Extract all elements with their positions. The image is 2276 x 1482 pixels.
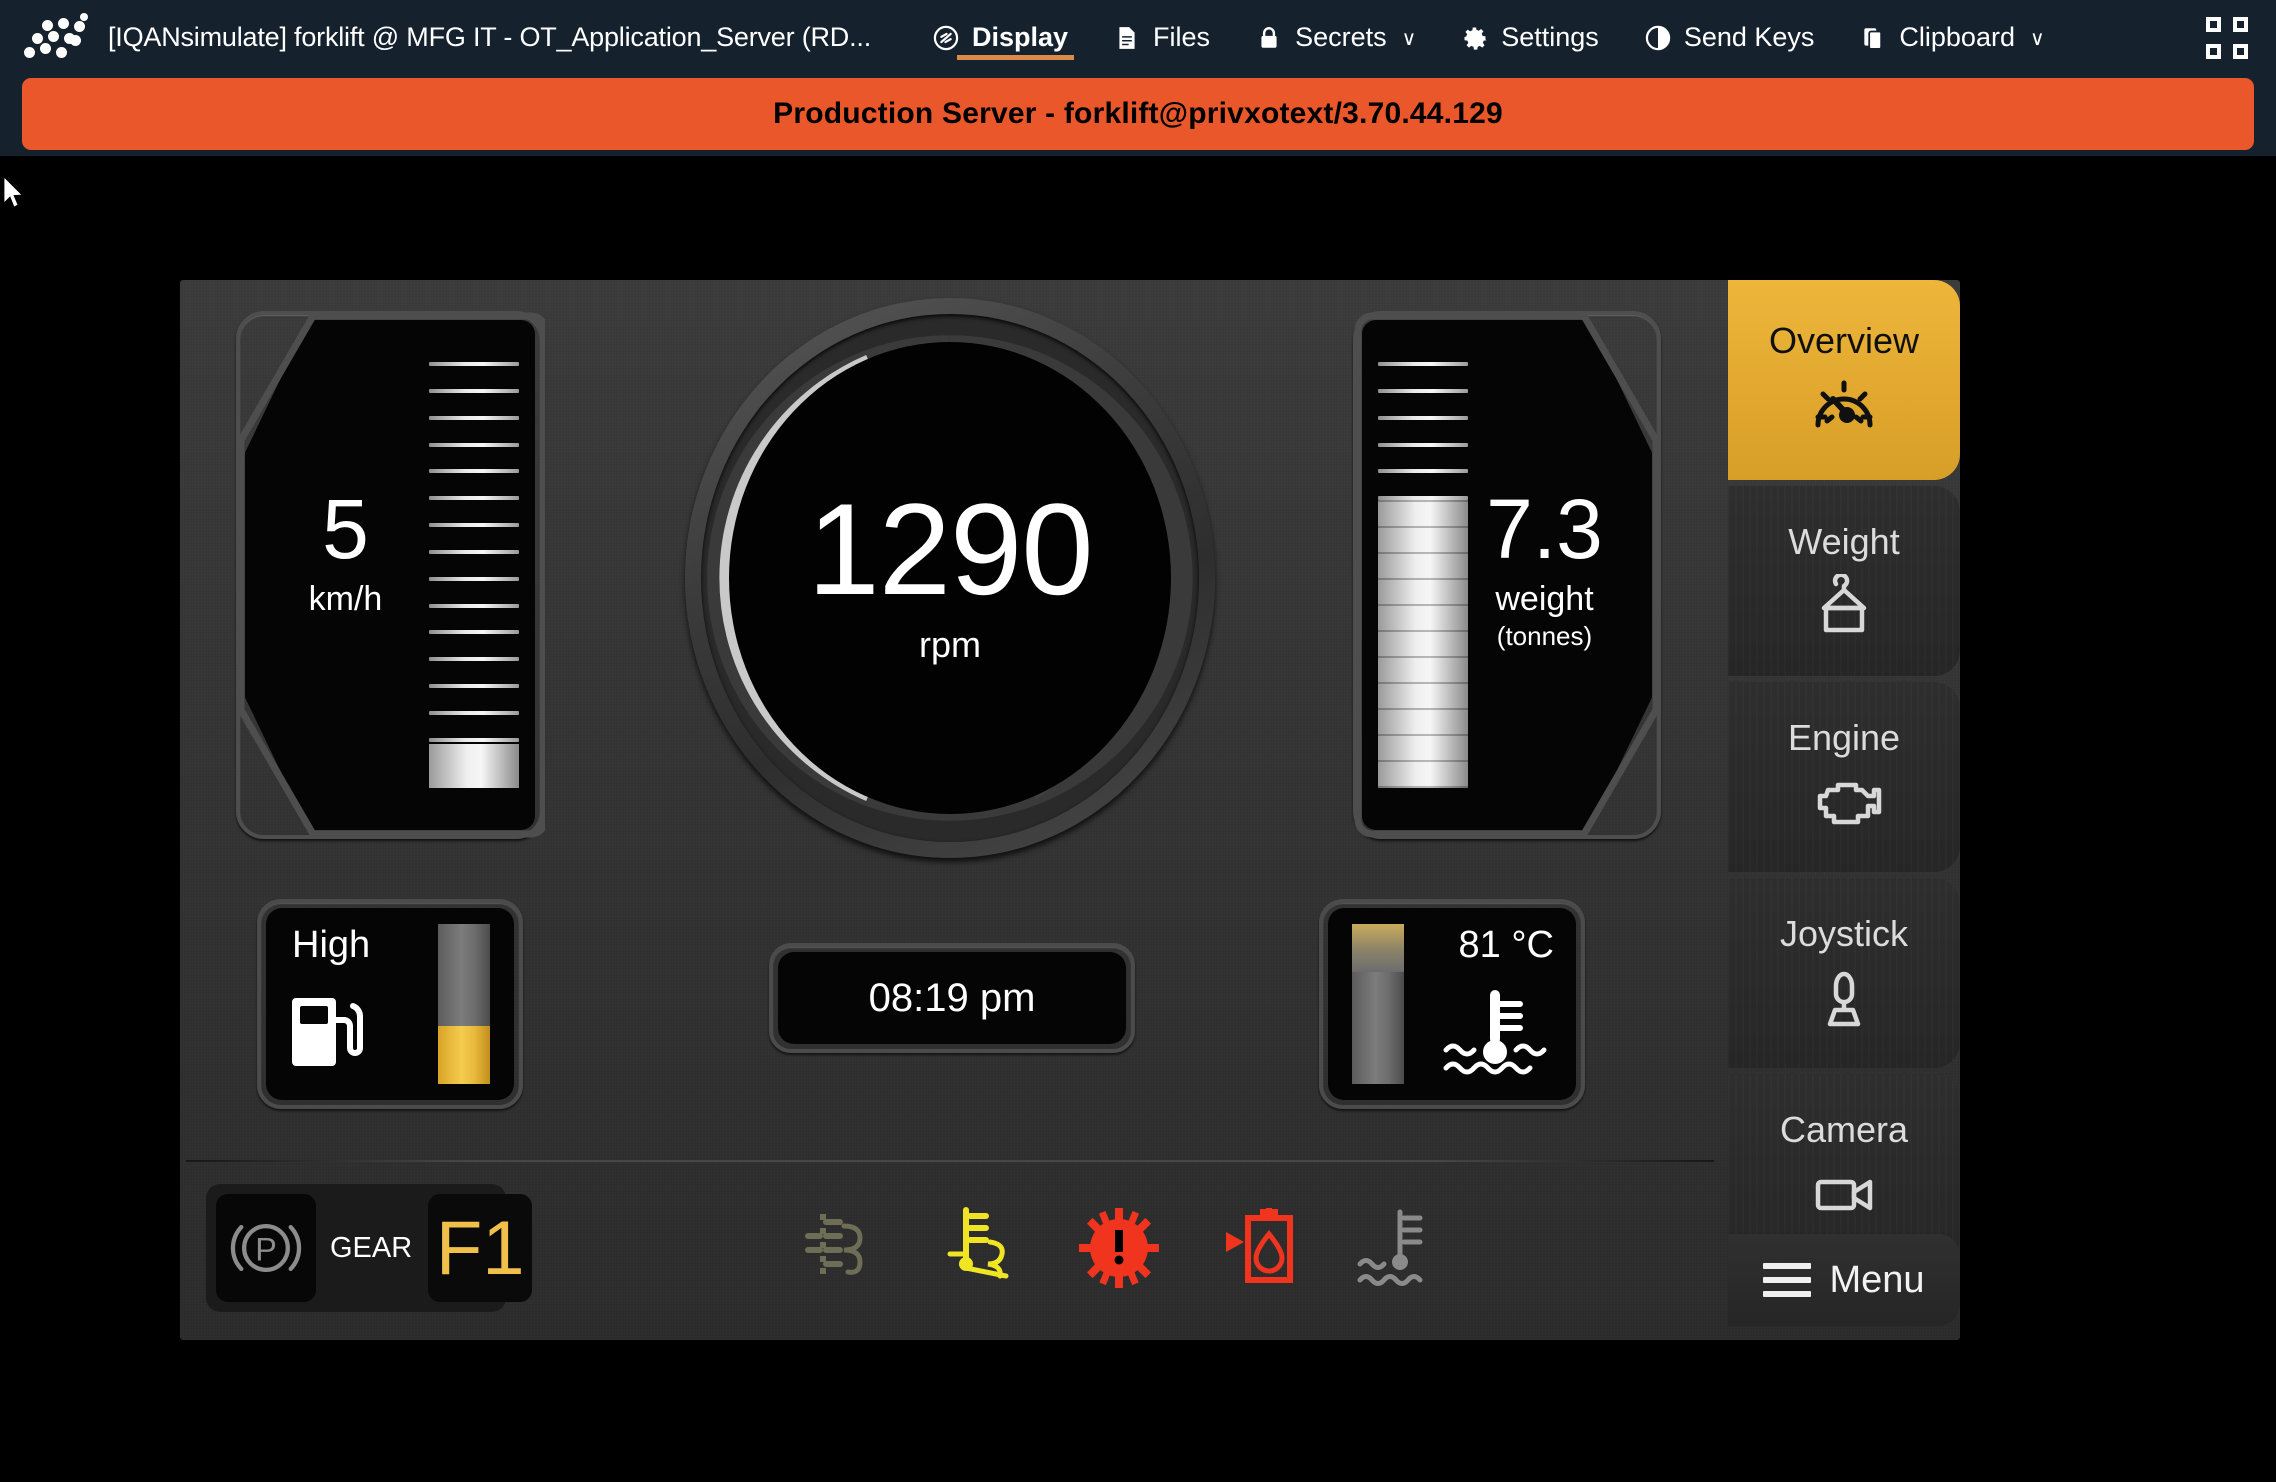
speed-value: 5 <box>322 482 369 576</box>
sidebar-item-joystick[interactable]: Joystick <box>1728 878 1960 1068</box>
remote-session-chrome: [IQANsimulate] forklift @ MFG IT - OT_Ap… <box>0 0 2276 156</box>
menu-item-clipboard[interactable]: Clipboard ∨ <box>1836 0 2066 75</box>
hydraulic-fluid-warning-icon <box>1214 1202 1300 1294</box>
sidebar-item-label: Engine <box>1787 717 1901 758</box>
menu-item-files[interactable]: Files <box>1090 0 1232 75</box>
speed-unit: km/h <box>308 579 383 618</box>
svg-text:P: P <box>255 1231 277 1267</box>
menu-item-label: Clipboard <box>1899 22 2015 52</box>
engine-warning-gear-icon <box>1076 1202 1162 1294</box>
menu-item-send-keys[interactable]: Send Keys <box>1621 0 1837 75</box>
weight-unit: weight <box>1495 579 1594 618</box>
dashboard-sidebar: Overview Weight Engine Joystick Camera M… <box>1720 280 1960 1340</box>
mouse-cursor <box>3 176 23 208</box>
chrome-menu: Display Files Secrets ∨ Settings Send Ke… <box>909 0 2067 75</box>
speed-gauge: 5 km/h <box>236 311 545 839</box>
fuel-tile: High <box>257 899 523 1109</box>
speed-tick-marks <box>429 362 519 742</box>
fuel-level-bar <box>438 924 490 1084</box>
sidebar-menu-label: Menu <box>1829 1258 1925 1301</box>
sidebar-item-label: Overview <box>1768 320 1920 361</box>
coolant-temp-icon <box>1440 986 1550 1078</box>
display-icon <box>931 23 961 53</box>
dashboard-status-bar: P GEAR F1 <box>180 1162 1720 1340</box>
file-icon <box>1112 23 1142 53</box>
sidebar-item-engine[interactable]: Engine <box>1728 682 1960 872</box>
sidebar-item-overview[interactable]: Overview <box>1728 280 1960 480</box>
menu-item-secrets[interactable]: Secrets ∨ <box>1232 0 1438 75</box>
iqan-dashboard: 5 km/h 1290 rpm 7.3 weight (tonnes) High… <box>180 280 1960 1340</box>
telltale-row <box>800 1196 1540 1300</box>
speed-readout: 5 km/h <box>273 482 418 619</box>
weight-readout: 7.3 weight (tonnes) <box>1457 482 1632 652</box>
weight-bar-fill <box>1378 500 1468 788</box>
sidebar-menu-button[interactable]: Menu <box>1728 1234 1960 1326</box>
gear-indicator-group: P GEAR F1 <box>206 1184 533 1312</box>
weight-sub-unit: (tonnes) <box>1496 620 1593 651</box>
clipboard-icon <box>1858 23 1888 53</box>
menu-item-settings[interactable]: Settings <box>1438 0 1621 75</box>
rpm-value: 1290 <box>807 476 1093 622</box>
gear-label: GEAR <box>330 1231 413 1264</box>
glow-plug-preheat-icon <box>800 1202 886 1294</box>
chevron-down-icon: ∨ <box>1401 28 1417 50</box>
chrome-toolbar: [IQANsimulate] forklift @ MFG IT - OT_Ap… <box>0 0 2276 75</box>
clock-tile: 08:19 pm <box>769 943 1135 1053</box>
video-camera-icon <box>1806 1162 1882 1226</box>
menu-item-label: Secrets <box>1295 22 1387 52</box>
coolant-temperature-icon <box>1352 1202 1438 1294</box>
joystick-icon <box>1806 966 1882 1030</box>
dashboard-main-area: 5 km/h 1290 rpm 7.3 weight (tonnes) High… <box>180 280 1720 1160</box>
sidebar-item-label: Camera <box>1779 1109 1909 1150</box>
speedometer-icon <box>1806 373 1882 437</box>
engine-block-icon <box>1806 770 1882 834</box>
temperature-tile: 81 °C <box>1319 899 1585 1109</box>
coolant-temp-value: 81 °C <box>1458 924 1554 966</box>
gear-icon <box>1460 23 1490 53</box>
rpm-unit: rpm <box>919 624 981 665</box>
coolant-temp-bar <box>1352 924 1404 1084</box>
engine-preheat-icon <box>938 1202 1024 1294</box>
fuel-level-label: High <box>292 924 371 966</box>
hamburger-icon <box>1763 1263 1812 1297</box>
weight-gauge: 7.3 weight (tonnes) <box>1353 311 1661 839</box>
gear-value: F1 <box>428 1194 533 1302</box>
sidebar-item-weight[interactable]: Weight <box>1728 486 1960 676</box>
privx-dots-logo <box>22 12 94 63</box>
clock-value: 08:19 pm <box>868 975 1036 1020</box>
sidebar-item-label: Weight <box>1788 521 1900 562</box>
window-title: [IQANsimulate] forklift @ MFG IT - OT_Ap… <box>108 22 871 52</box>
production-server-banner: Production Server - forklift@privxotext/… <box>22 78 2254 150</box>
fullscreen-icon[interactable] <box>2206 16 2248 59</box>
crane-hook-icon <box>1806 574 1882 638</box>
menu-item-label: Files <box>1153 22 1211 52</box>
weight-value: 7.3 <box>1486 482 1603 576</box>
menu-item-label: Display <box>972 22 1069 52</box>
lock-icon <box>1254 23 1284 53</box>
sidebar-item-label: Joystick <box>1779 913 1909 954</box>
speed-bar-fill <box>429 744 519 788</box>
menu-item-label: Send Keys <box>1683 22 1815 52</box>
fuel-pump-icon <box>288 990 372 1072</box>
park-brake-icon: P <box>216 1194 316 1302</box>
menu-item-label: Settings <box>1501 22 1599 52</box>
remote-screen: 5 km/h 1290 rpm 7.3 weight (tonnes) High… <box>0 156 2276 1482</box>
rpm-gauge: 1290 rpm <box>685 298 1215 858</box>
menu-item-display[interactable]: Display <box>909 0 1090 75</box>
chevron-down-icon: ∨ <box>2029 28 2045 50</box>
send-keys-icon <box>1643 23 1673 53</box>
rpm-face: 1290 rpm <box>729 342 1171 814</box>
